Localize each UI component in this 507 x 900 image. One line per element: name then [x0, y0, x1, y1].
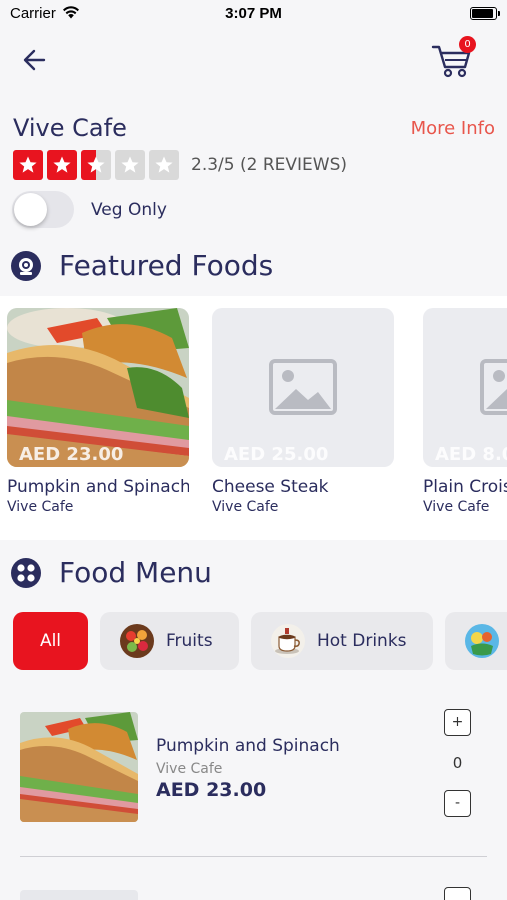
food-name: Pumpkin and Spinach — [7, 477, 189, 497]
back-button[interactable] — [20, 46, 50, 74]
cold-drinks-icon — [465, 624, 499, 658]
food-cafe: Vive Cafe — [7, 499, 74, 515]
chip-label: Fruits — [166, 631, 213, 651]
chip-label: All — [39, 631, 62, 651]
chip-hot-drinks[interactable]: Hot Drinks — [251, 612, 433, 670]
food-menu-title: Food Menu — [59, 556, 212, 589]
battery-icon — [470, 7, 500, 20]
featured-card[interactable]: AED 23.00 Pumpkin and Spinach Vive Cafe — [7, 308, 189, 515]
food-name: Plain Croissant — [423, 477, 507, 497]
rating-text: 2.3/5 (2 REVIEWS) — [191, 155, 348, 175]
sandwich-image: AED 23.00 — [7, 308, 189, 467]
veg-only-label: Veg Only — [91, 200, 167, 220]
chip-label: Hot Drinks — [317, 631, 407, 651]
store-name: Vive Cafe — [13, 114, 127, 142]
star-icon — [13, 150, 43, 180]
status-time: 3:07 PM — [225, 5, 282, 22]
food-menu-icon — [11, 558, 41, 588]
category-chips: All Fruits Hot Drinks — [0, 612, 507, 672]
food-cafe: Vive Cafe — [212, 499, 279, 515]
cart-count-badge: 0 — [459, 36, 476, 53]
menu-divider — [20, 856, 487, 857]
rating-stars — [13, 150, 179, 180]
featured-card[interactable]: AED 25.00 Cheese Steak Vive Cafe — [212, 308, 394, 515]
menu-item-thumb-partial — [20, 890, 138, 900]
star-icon — [47, 150, 77, 180]
featured-icon — [11, 251, 41, 281]
coffee-icon — [271, 624, 305, 658]
featured-list: AED 23.00 Pumpkin and Spinach Vive Cafe … — [0, 296, 507, 540]
food-price: AED 23.00 — [19, 444, 124, 465]
food-cafe: Vive Cafe — [423, 499, 490, 515]
quantity-decrease-button[interactable]: - — [444, 790, 471, 817]
chip-all[interactable]: All — [13, 612, 88, 670]
veg-only-toggle[interactable] — [12, 191, 74, 228]
status-bar: Carrier 3:07 PM — [0, 0, 507, 28]
food-name: Cheese Steak — [212, 477, 329, 497]
chip-cold-drinks[interactable] — [445, 612, 507, 670]
menu-item-cafe: Vive Cafe — [156, 761, 223, 777]
star-empty-icon — [149, 150, 179, 180]
menu-item[interactable]: Pumpkin and Spinach Vive Cafe AED 23.00 … — [20, 709, 487, 822]
fruits-icon — [120, 624, 154, 658]
food-price: AED 25.00 — [224, 444, 329, 465]
quantity-increase-button[interactable]: + — [444, 709, 471, 736]
quantity-value: 0 — [452, 754, 463, 772]
image-placeholder: AED 25.00 — [212, 308, 394, 467]
star-half-icon — [81, 150, 111, 180]
more-info-link[interactable]: More Info — [411, 118, 495, 139]
toggle-knob — [14, 193, 47, 226]
menu-item-price: AED 23.00 — [156, 779, 267, 801]
sandwich-image — [20, 712, 138, 822]
star-empty-icon — [115, 150, 145, 180]
arrow-left-icon — [23, 49, 46, 71]
featured-title: Featured Foods — [59, 249, 274, 282]
menu-item-name: Pumpkin and Spinach — [156, 736, 340, 756]
image-placeholder: AED 8.00 — [423, 308, 507, 467]
quantity-increase-button-partial[interactable] — [444, 887, 471, 900]
featured-card[interactable]: AED 8.00 Plain Croissant Vive Cafe — [423, 308, 507, 515]
chip-fruits[interactable]: Fruits — [100, 612, 239, 670]
food-price: AED 8.00 — [435, 444, 507, 465]
